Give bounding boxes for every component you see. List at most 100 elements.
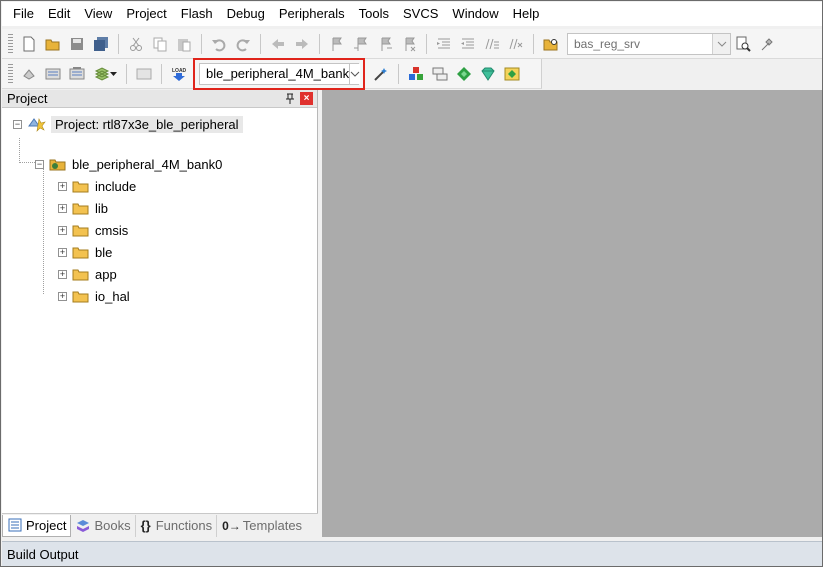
build-icon	[45, 68, 61, 79]
build-toolbar: LOAD ble_peripheral_4M_bank	[2, 57, 542, 90]
indent-button[interactable]	[433, 33, 455, 55]
toolbar-grip[interactable]	[8, 63, 13, 84]
tab-books[interactable]: Books	[71, 514, 136, 537]
folder-icon	[72, 203, 89, 214]
editor-area[interactable]	[322, 90, 822, 537]
tree-group-app[interactable]: + app	[58, 264, 117, 284]
translate-icon	[23, 68, 35, 80]
gem-icon	[481, 67, 495, 81]
rebuild-button[interactable]	[66, 63, 88, 85]
translate-button[interactable]	[18, 63, 40, 85]
pack-icon	[504, 67, 520, 80]
next-bookmark-button[interactable]	[374, 33, 396, 55]
target-options-button[interactable]	[370, 63, 392, 85]
collapse-icon[interactable]: −	[35, 159, 44, 169]
expand-icon[interactable]: +	[58, 269, 67, 279]
save-button[interactable]	[66, 33, 88, 55]
cut-button[interactable]	[125, 33, 147, 55]
tree-group-ble[interactable]: + ble	[58, 242, 112, 262]
templates-icon: 0→	[222, 518, 241, 533]
stop-build-button[interactable]	[133, 63, 155, 85]
manage-project-items-button[interactable]	[405, 63, 427, 85]
magic-wand-icon	[374, 67, 387, 81]
bookmark-clear-icon	[405, 37, 416, 51]
paste-button[interactable]	[173, 33, 195, 55]
toolbar-separator	[260, 33, 261, 54]
expand-icon[interactable]: +	[58, 181, 67, 191]
menu-tools[interactable]: Tools	[352, 2, 396, 26]
tree-group-cmsis[interactable]: + cmsis	[58, 220, 128, 240]
pack-manager-button[interactable]	[501, 63, 523, 85]
configure-button[interactable]	[756, 33, 778, 55]
find-in-files-button[interactable]	[540, 33, 562, 55]
bookmark-button[interactable]	[326, 33, 348, 55]
toolbar-grip[interactable]	[8, 33, 13, 54]
copy-button[interactable]	[149, 33, 171, 55]
menu-svcs[interactable]: SVCS	[396, 2, 445, 26]
pin-icon[interactable]	[283, 92, 297, 106]
find-document-icon	[736, 36, 751, 52]
close-icon[interactable]: ×	[300, 92, 313, 105]
file-toolbar: bas_reg_srv	[2, 29, 822, 59]
expand-icon[interactable]: +	[58, 203, 67, 213]
tab-templates[interactable]: 0→ Templates	[217, 515, 306, 537]
pack-installer-button[interactable]	[477, 63, 499, 85]
menu-window[interactable]: Window	[445, 2, 505, 26]
tree-group-io-hal[interactable]: + io_hal	[58, 286, 130, 306]
menu-project[interactable]: Project	[119, 2, 173, 26]
menu-edit[interactable]: Edit	[41, 2, 77, 26]
unindent-button[interactable]	[457, 33, 479, 55]
save-all-icon	[94, 36, 108, 51]
prev-bookmark-button[interactable]	[350, 33, 372, 55]
menu-help[interactable]: Help	[506, 2, 547, 26]
select-packs-button[interactable]	[429, 63, 451, 85]
green-diamond-icon	[457, 66, 471, 81]
redo-icon	[236, 38, 250, 51]
tree-root-project[interactable]: − Project: rtl87x3e_ble_peripheral	[13, 114, 243, 134]
toolbar-separator	[161, 63, 162, 84]
menu-peripherals[interactable]: Peripherals	[272, 2, 352, 26]
tab-functions-label: Functions	[155, 518, 213, 533]
unindent-icon	[461, 38, 474, 48]
new-file-button[interactable]	[18, 33, 40, 55]
download-button[interactable]: LOAD	[168, 63, 190, 85]
tab-project[interactable]: Project	[2, 514, 72, 537]
build-button[interactable]	[42, 63, 64, 85]
expand-icon[interactable]: +	[58, 247, 67, 257]
save-all-button[interactable]	[90, 33, 112, 55]
expand-icon[interactable]: +	[58, 291, 67, 301]
toolbar-separator	[319, 33, 320, 54]
menu-view[interactable]: View	[77, 2, 119, 26]
tree-group-include[interactable]: + include	[58, 176, 136, 196]
redo-button[interactable]	[232, 33, 254, 55]
tree-target[interactable]: − ble_peripheral_4M_bank0	[35, 154, 222, 174]
menu-flash[interactable]: Flash	[174, 2, 220, 26]
uncomment-icon	[509, 38, 523, 49]
uncomment-button[interactable]	[505, 33, 527, 55]
indent-icon	[437, 38, 450, 48]
menu-file[interactable]: File	[6, 2, 41, 26]
navigate-back-button[interactable]	[267, 33, 289, 55]
chevron-down-icon[interactable]	[712, 33, 730, 54]
chevron-down-icon[interactable]	[349, 63, 361, 84]
manage-rte-button[interactable]	[453, 63, 475, 85]
batch-build-button[interactable]	[90, 63, 120, 85]
navigate-forward-button[interactable]	[291, 33, 313, 55]
toolbar-separator	[426, 33, 427, 54]
project-panel-header: Project ×	[2, 90, 317, 108]
tree-group-lib[interactable]: + lib	[58, 198, 108, 218]
collapse-icon[interactable]: −	[13, 119, 22, 129]
clear-bookmarks-button[interactable]	[398, 33, 420, 55]
paste-icon	[178, 38, 191, 51]
comment-button[interactable]	[481, 33, 503, 55]
folder-search-icon	[543, 38, 558, 50]
expand-icon[interactable]: +	[58, 225, 67, 235]
target-select[interactable]: ble_peripheral_4M_bank	[199, 62, 361, 85]
tab-functions[interactable]: {} Functions	[136, 514, 218, 537]
open-file-button[interactable]	[42, 33, 64, 55]
function-combo[interactable]: bas_reg_srv	[567, 32, 731, 55]
rebuild-icon	[69, 66, 85, 79]
undo-button[interactable]	[208, 33, 230, 55]
find-button[interactable]	[732, 33, 754, 55]
menu-debug[interactable]: Debug	[220, 2, 272, 26]
